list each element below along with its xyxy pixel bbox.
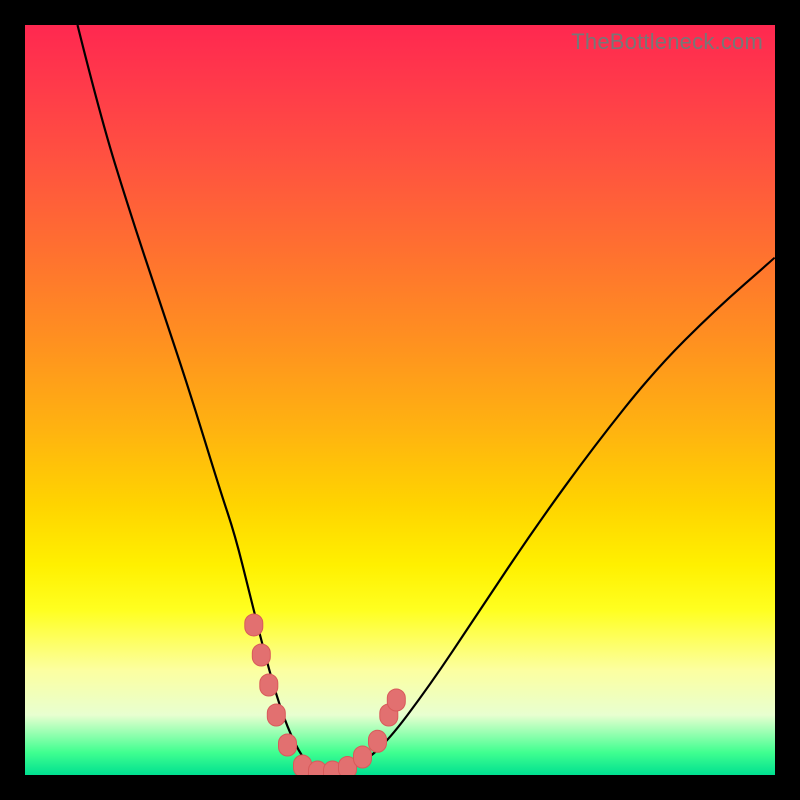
plot-area: TheBottleneck.com	[25, 25, 775, 775]
curve-marker	[245, 614, 263, 636]
curve-marker	[267, 704, 285, 726]
curve-marker	[387, 689, 405, 711]
marker-group	[245, 614, 405, 775]
curve-marker	[354, 746, 372, 768]
curve-marker	[279, 734, 297, 756]
bottleneck-curve	[78, 25, 776, 775]
chart-svg	[25, 25, 775, 775]
curve-marker	[260, 674, 278, 696]
curve-marker	[252, 644, 270, 666]
curve-marker	[369, 730, 387, 752]
